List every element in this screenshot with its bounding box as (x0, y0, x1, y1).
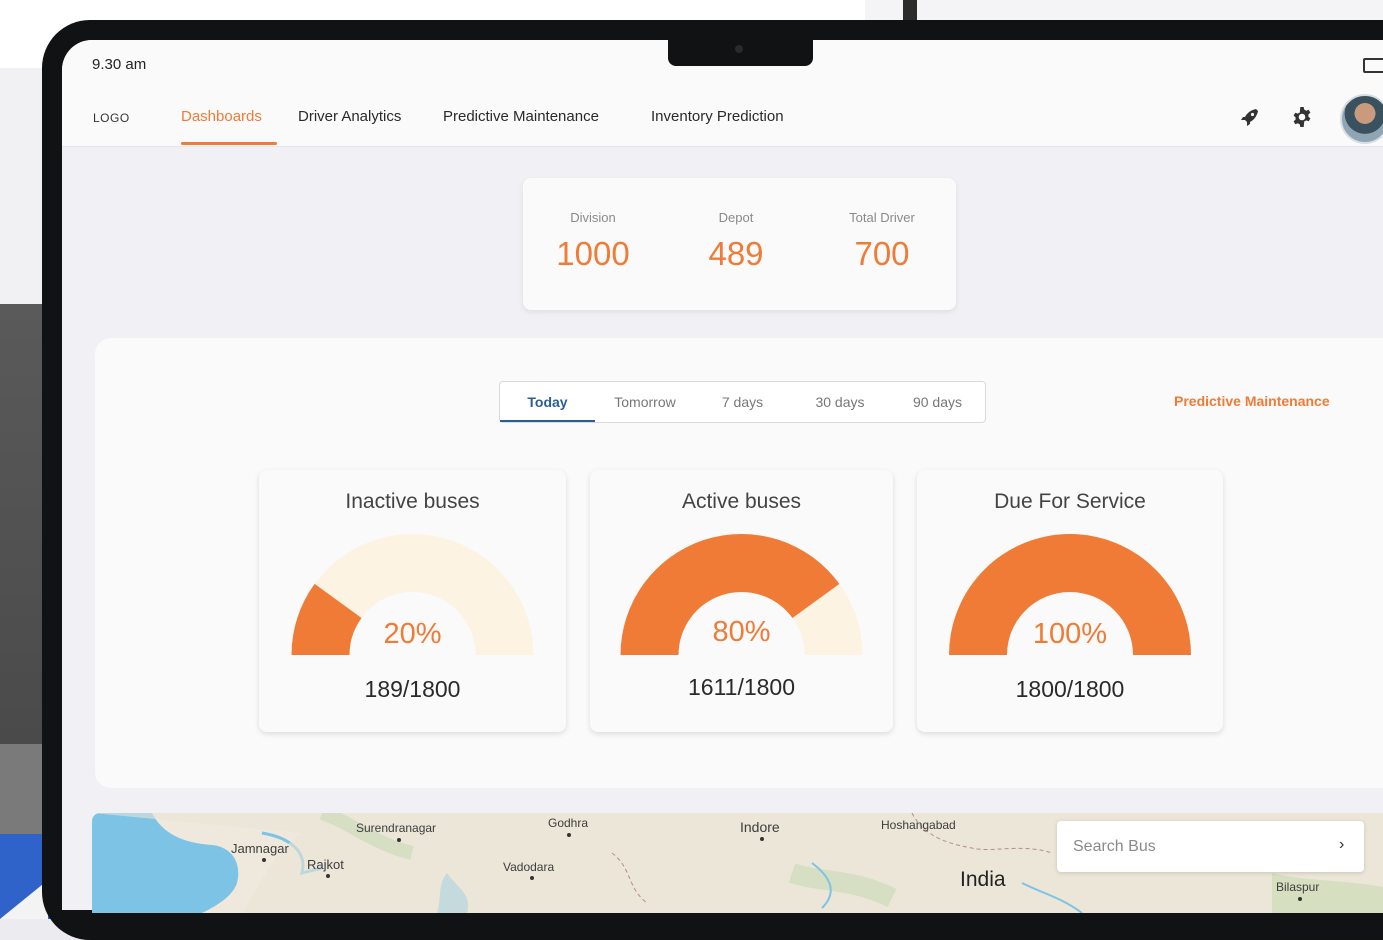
map-label: Bilaspur (1276, 880, 1320, 894)
nav-dashboards[interactable]: Dashboards (181, 108, 262, 125)
background (903, 0, 917, 22)
map-label: Indore (740, 819, 780, 835)
status-time: 9.30 am (92, 56, 147, 73)
map-marker (397, 838, 401, 842)
nav-predictive-maintenance[interactable]: Predictive Maintenance (443, 108, 599, 125)
avatar[interactable] (1340, 94, 1383, 144)
map-marker (760, 837, 764, 841)
stat-value: 489 (708, 235, 764, 272)
map-marker (567, 833, 571, 837)
map-label: Jamnagar (231, 841, 289, 856)
gauge-percent: 20% (383, 618, 442, 650)
summary-stats-card: Division 1000 Depot 489 Total Driver 700 (523, 178, 956, 310)
rocket-icon[interactable] (1238, 105, 1262, 129)
chevron-right-icon[interactable]: › (1339, 836, 1344, 854)
nav-driver-analytics[interactable]: Driver Analytics (298, 108, 401, 125)
stat-label: Total Driver (849, 210, 915, 225)
tab-tomorrow[interactable]: Tomorrow (595, 382, 695, 422)
search-bus-input[interactable] (1071, 833, 1315, 861)
gauge-title: Active buses (681, 490, 802, 513)
gauge-count: 1611/1800 (687, 674, 795, 700)
gauge-count: 1800/1800 (1015, 676, 1125, 702)
gauge-card-due-service: Due For Service 100% 1800/1800 (917, 470, 1223, 732)
stat-value: 700 (854, 235, 910, 272)
logo: LOGO (93, 111, 130, 125)
camera-notch (668, 40, 813, 66)
nav-active-indicator (181, 142, 277, 145)
stat-depot: Depot 489 (671, 178, 801, 273)
gauge-title: Due For Service (994, 490, 1146, 513)
battery-icon (1363, 58, 1383, 73)
map-marker (262, 858, 266, 862)
gauge-card-inactive: Inactive buses 20% 189/1800 (259, 470, 566, 732)
map-label: Godhra (548, 816, 589, 830)
map-label: Hoshangabad (881, 818, 956, 832)
gauge-percent: 100% (1032, 618, 1108, 650)
gauge-chart (620, 534, 863, 655)
map-label: Surendranagar (356, 821, 437, 835)
stat-division: Division 1000 (528, 178, 658, 273)
gauge-title: Inactive buses (345, 490, 480, 513)
stat-label: Division (570, 210, 616, 225)
predictive-maintenance-link[interactable]: Predictive Maintenance (1174, 393, 1330, 409)
map-marker (1298, 897, 1302, 901)
gauge-count: 189/1800 (364, 676, 461, 702)
gear-icon[interactable] (1290, 105, 1314, 129)
search-bus-box: › (1057, 821, 1364, 872)
stat-value: 1000 (556, 235, 630, 272)
stat-total-driver: Total Driver 700 (817, 178, 947, 273)
camera-icon (735, 45, 743, 53)
tab-90-days[interactable]: 90 days (890, 382, 985, 422)
map-country-label: India (960, 868, 1006, 891)
map-marker (326, 874, 330, 878)
map-marker (530, 876, 534, 880)
gauge-percent: 80% (712, 616, 771, 648)
tab-today[interactable]: Today (500, 382, 595, 422)
map-label: Vadodara (503, 860, 555, 874)
map-label: Rajkot (307, 857, 344, 872)
gauge-card-active: Active buses 80% 1611/1800 (590, 470, 893, 732)
time-range-tabs: Today Tomorrow 7 days 30 days 90 days (499, 381, 986, 423)
stat-label: Depot (718, 210, 754, 225)
tab-7-days[interactable]: 7 days (695, 382, 790, 422)
tab-30-days[interactable]: 30 days (790, 382, 890, 422)
nav-inventory-prediction[interactable]: Inventory Prediction (651, 108, 784, 125)
